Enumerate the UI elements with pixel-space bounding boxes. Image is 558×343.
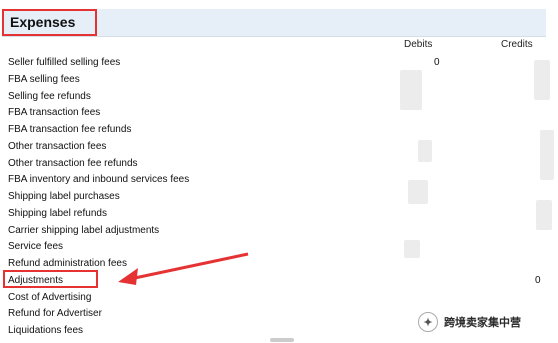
- watermark-text: 跨境卖家集中营: [444, 317, 521, 329]
- watermark: ✦ 跨境卖家集中营: [418, 312, 521, 332]
- arrow-shaft: [129, 252, 249, 281]
- arrow-head: [118, 268, 138, 285]
- scroll-indicator: [270, 338, 294, 342]
- wechat-icon: ✦: [418, 312, 438, 332]
- annotation-arrow: [118, 252, 249, 285]
